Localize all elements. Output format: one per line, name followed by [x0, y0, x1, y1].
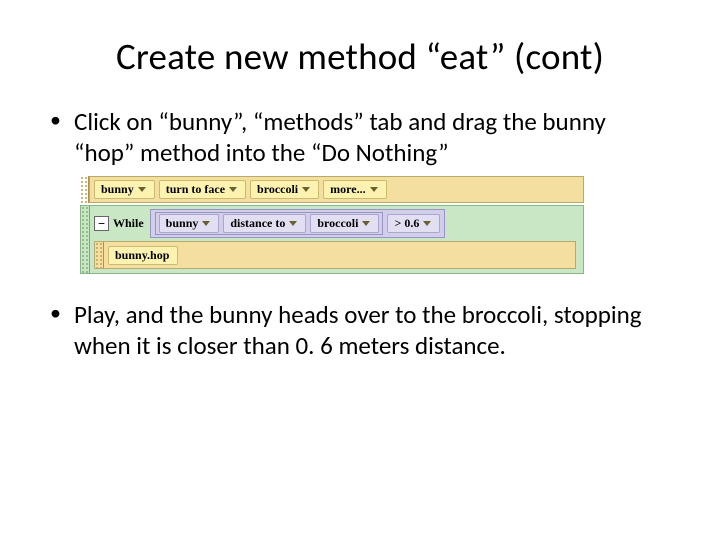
- bullet-list: Click on “bunny”, “methods” tab and drag…: [44, 107, 676, 168]
- chevron-down-icon: [362, 221, 370, 226]
- token-label: broccoli: [317, 216, 358, 231]
- token-bunny[interactable]: bunny: [94, 180, 155, 199]
- bullet-2: Play, and the bunny heads over to the br…: [50, 300, 664, 361]
- while-condition[interactable]: bunny distance to broccoli: [150, 209, 446, 238]
- chevron-down-icon: [138, 187, 146, 192]
- token-label: bunny.hop: [115, 248, 169, 263]
- drag-grip-icon[interactable]: [95, 242, 104, 268]
- statement-bunny-hop[interactable]: bunny.hop: [94, 241, 576, 269]
- while-header: − While bunny distance to: [94, 209, 579, 238]
- token-distance-to[interactable]: distance to: [223, 214, 306, 233]
- token-label: > 0.6: [394, 216, 419, 231]
- chevron-down-icon: [229, 187, 237, 192]
- token-label: bunny: [101, 182, 134, 197]
- token-label: turn to face: [166, 182, 225, 197]
- token-bunny-hop[interactable]: bunny.hop: [108, 246, 178, 265]
- token-label: distance to: [230, 216, 285, 231]
- token-broccoli[interactable]: broccoli: [250, 180, 319, 199]
- chevron-down-icon: [423, 221, 431, 226]
- token-comparator[interactable]: > 0.6: [387, 214, 440, 233]
- collapse-toggle[interactable]: −: [94, 216, 109, 231]
- token-label: bunny: [166, 216, 199, 231]
- token-broccoli[interactable]: broccoli: [310, 214, 379, 233]
- statement-turn-to-face[interactable]: bunny turn to face broccoli more...: [80, 176, 584, 203]
- token-label: more...: [330, 182, 365, 197]
- bullet-list: Play, and the bunny heads over to the br…: [44, 300, 676, 361]
- distance-expression[interactable]: bunny distance to broccoli: [155, 212, 384, 235]
- token-more[interactable]: more...: [323, 180, 386, 199]
- chevron-down-icon: [202, 221, 210, 226]
- bullet-1: Click on “bunny”, “methods” tab and drag…: [50, 107, 664, 168]
- drag-grip-icon[interactable]: [80, 176, 89, 203]
- chevron-down-icon: [289, 221, 297, 226]
- slide-title: Create new method “eat” (cont): [44, 34, 676, 79]
- while-block[interactable]: − While bunny distance to: [80, 205, 584, 274]
- drag-grip-icon[interactable]: [81, 206, 90, 273]
- alice-code-block: bunny turn to face broccoli more...: [80, 176, 584, 274]
- token-turn-to-face[interactable]: turn to face: [159, 180, 246, 199]
- token-bunny[interactable]: bunny: [159, 214, 220, 233]
- chevron-down-icon: [302, 187, 310, 192]
- while-keyword: While: [113, 216, 146, 231]
- chevron-down-icon: [370, 187, 378, 192]
- slide: Create new method “eat” (cont) Click on …: [0, 0, 720, 361]
- token-label: broccoli: [257, 182, 298, 197]
